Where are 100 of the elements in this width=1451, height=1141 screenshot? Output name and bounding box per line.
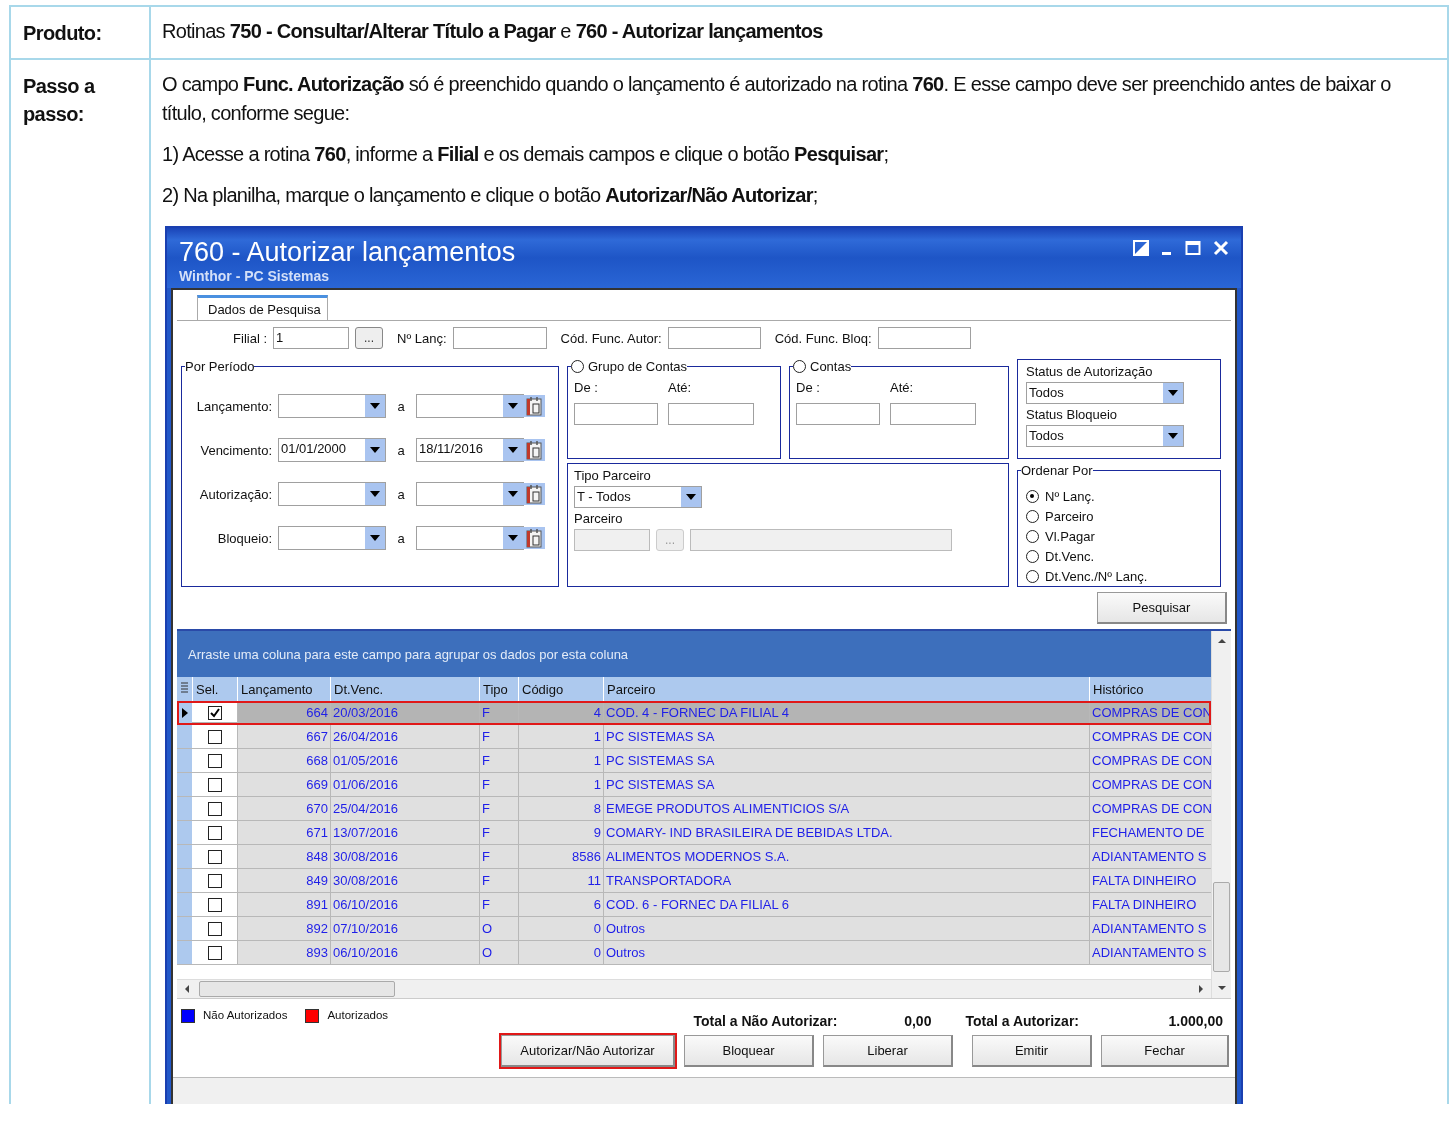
radio-button[interactable]	[1026, 569, 1039, 583]
checkbox[interactable]	[207, 897, 222, 912]
field-label: Cód. Func. Bloq:	[774, 330, 872, 346]
grid-row[interactable]: 893 06/10/2016 O 0 Outros ADIANTAMENTO S	[177, 941, 1211, 965]
table-cell: F	[479, 797, 518, 820]
grid-row[interactable]: 848 30/08/2016 F 8586 ALIMENTOS MODERNOS S.A. ADIANTAMENTO S	[177, 845, 1211, 869]
table-cell: COD. 6 - FORNEC DA FILIAL 6	[603, 893, 1089, 916]
grid-row[interactable]: 671 13/07/2016 F 9 COMARY- IND BRASILEIRA DE BEBIDAS LTDA. FECHAMENTO DE	[177, 821, 1211, 845]
horizontal-scrollbar[interactable]	[177, 979, 1211, 998]
date-combo[interactable]	[278, 394, 386, 418]
grid-row[interactable]: 669 01/06/2016 F 1 PC SISTEMAS SA COMPRAS DE CON	[177, 773, 1211, 797]
partner-name-field[interactable]	[690, 529, 952, 551]
grid-row[interactable]: 849 30/08/2016 F 11 TRANSPORTADORA FALTA DINHEIRO	[177, 869, 1211, 893]
checkbox[interactable]	[207, 801, 222, 816]
blocker-code-field[interactable]	[877, 327, 971, 349]
scroll-thumb[interactable]	[199, 981, 395, 997]
checkbox[interactable]	[207, 729, 222, 744]
total-value: 0,00	[903, 1013, 932, 1029]
radio-button[interactable]	[1026, 529, 1039, 543]
filial-field[interactable]: 1	[273, 327, 349, 349]
scroll-left-icon[interactable]	[183, 985, 191, 993]
checkbox[interactable]	[207, 849, 222, 864]
close-icon[interactable]	[1213, 240, 1229, 256]
calendar-icon[interactable]	[523, 527, 545, 549]
table-cell: 9	[518, 821, 603, 844]
calendar-icon[interactable]	[523, 395, 545, 417]
checkbox[interactable]	[207, 753, 222, 768]
table-cell: 0	[518, 917, 603, 940]
partner-code-field[interactable]	[574, 529, 650, 551]
authorizer-code-field[interactable]	[667, 327, 761, 349]
date-combo[interactable]: 01/01/2000	[278, 438, 386, 462]
status-combo[interactable]: Todos	[1026, 382, 1184, 404]
scroll-right-icon[interactable]	[1197, 985, 1205, 993]
browse-button[interactable]: ...	[355, 327, 383, 349]
action-button[interactable]: Liberar	[823, 1035, 953, 1067]
radio-label: Dt.Venc.	[1045, 548, 1095, 564]
account-from-field[interactable]	[574, 403, 658, 425]
table-cell: 671	[237, 821, 330, 844]
date-combo[interactable]: 18/11/2016	[416, 438, 524, 462]
table-cell: F	[479, 869, 518, 892]
checkbox[interactable]	[207, 825, 222, 840]
scroll-down-icon[interactable]	[1217, 984, 1226, 992]
action-button[interactable]: Bloquear	[684, 1035, 814, 1067]
group-hint: Arraste uma coluna para este campo para agrupar os dados por esta coluna	[188, 646, 629, 662]
checkbox[interactable]	[207, 777, 222, 792]
total-value: 1.000,00	[1167, 1013, 1223, 1029]
range-connector: a	[396, 442, 406, 458]
current-row-icon	[181, 707, 188, 718]
table-cell: 669	[237, 773, 330, 796]
checkbox[interactable]	[207, 873, 222, 888]
account-to-field[interactable]	[890, 403, 976, 425]
account-to-field[interactable]	[668, 403, 754, 425]
date-combo[interactable]	[278, 482, 386, 506]
field-label: De :	[796, 380, 821, 395]
radio-button[interactable]	[793, 360, 806, 373]
grid-row[interactable]: 670 25/04/2016 F 8 EMEGE PRODUTOS ALIMENTICIOS S/A COMPRAS DE CON	[177, 797, 1211, 821]
maximize-icon[interactable]	[1185, 240, 1201, 256]
date-combo[interactable]	[416, 482, 524, 506]
account-from-field[interactable]	[796, 403, 880, 425]
dropdown-arrow-icon	[508, 535, 518, 541]
radio-button[interactable]	[1026, 509, 1039, 523]
grid-row[interactable]: 667 26/04/2016 F 1 PC SISTEMAS SA COMPRAS DE CON	[177, 725, 1211, 749]
lancamento-number-field[interactable]	[452, 327, 547, 349]
row-label: Passo a passo:	[23, 74, 97, 127]
search-button[interactable]: Pesquisar	[1097, 592, 1227, 624]
radio-button[interactable]	[1026, 549, 1039, 563]
field-label: De :	[574, 380, 599, 395]
calendar-icon[interactable]	[523, 483, 545, 505]
table-cell: Outros	[603, 917, 1089, 940]
tab[interactable]: Dados de Pesquisa	[197, 295, 328, 320]
grid-row[interactable]: 668 01/05/2016 F 1 PC SISTEMAS SA COMPRAS DE CON	[177, 749, 1211, 773]
checkbox[interactable]	[207, 705, 222, 720]
grid-row[interactable]: 891 06/10/2016 F 6 COD. 6 - FORNEC DA FILIAL 6 FALTA DINHEIRO	[177, 893, 1211, 917]
action-button[interactable]: Fechar	[1101, 1035, 1229, 1067]
radio-button[interactable]	[571, 360, 584, 373]
partner-type-combo[interactable]: T - Todos	[574, 486, 702, 508]
status-combo[interactable]: Todos	[1026, 425, 1184, 447]
checkbox[interactable]	[207, 945, 222, 960]
legend-label: Autorizados	[327, 1009, 389, 1021]
table-cell: 891	[237, 893, 330, 916]
resize-icon[interactable]	[1133, 240, 1149, 256]
calendar-icon[interactable]	[523, 439, 545, 461]
date-combo[interactable]	[416, 526, 524, 550]
action-button[interactable]: Autorizar/Não Autorizar	[501, 1035, 675, 1067]
vertical-scrollbar[interactable]	[1211, 631, 1231, 998]
date-combo[interactable]	[278, 526, 386, 550]
field-label: Tipo Parceiro	[574, 468, 652, 483]
dropdown-arrow-icon	[508, 403, 518, 409]
scroll-thumb[interactable]	[1213, 882, 1230, 972]
table-cell: 01/05/2016	[330, 749, 479, 772]
checkbox[interactable]	[207, 921, 222, 936]
date-combo[interactable]	[416, 394, 524, 418]
product-text: Rotinas 750 - Consultar/Alterar Título a Pagar e 760 - Autorizar lançamentos	[162, 19, 824, 44]
grid-row[interactable]: 892 07/10/2016 O 0 Outros ADIANTAMENTO S	[177, 917, 1211, 941]
table-cell: 06/10/2016	[330, 941, 479, 964]
row-indicator[interactable]	[177, 701, 192, 724]
radio-button[interactable]	[1026, 489, 1039, 503]
scroll-up-icon[interactable]	[1217, 637, 1226, 645]
action-button[interactable]: Emitir	[972, 1035, 1092, 1067]
table-cell: 25/04/2016	[330, 797, 479, 820]
